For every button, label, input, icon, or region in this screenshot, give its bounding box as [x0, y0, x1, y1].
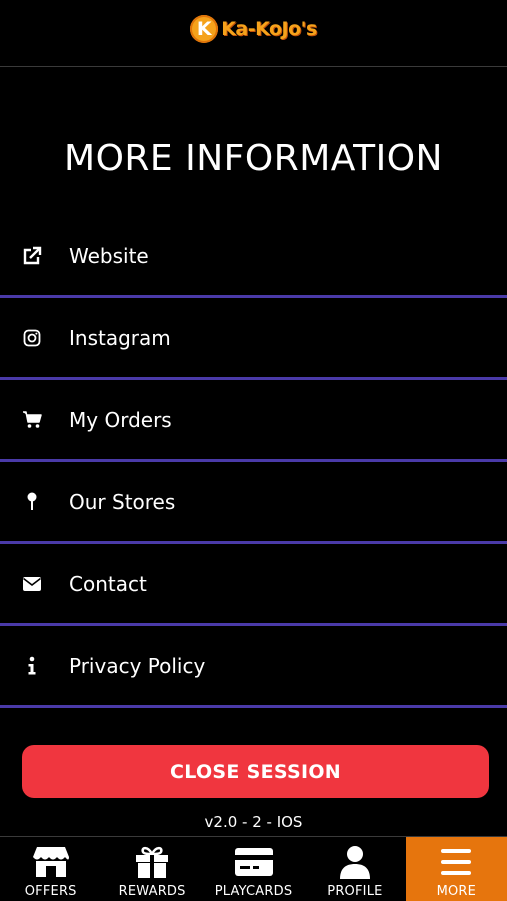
page-title: MORE INFORMATION: [64, 138, 443, 179]
map-pin-icon: [22, 492, 42, 512]
tab-more[interactable]: MORE: [405, 837, 507, 901]
menu-item-contact[interactable]: Contact: [0, 544, 507, 626]
app-version: v2.0 - 2 - IOS: [204, 813, 303, 831]
logo-text: Ka-KoJo's: [221, 18, 317, 40]
menu-item-label: Contact: [69, 571, 147, 596]
tab-playcards[interactable]: PLAYCARDS: [203, 837, 304, 901]
menu-item-label: Website: [69, 243, 149, 268]
brand-logo: K Ka-KoJo's: [190, 15, 317, 43]
menu-item-privacy-policy[interactable]: Privacy Policy: [0, 626, 507, 708]
store-icon: [31, 845, 71, 879]
gift-icon: [132, 845, 172, 879]
info-menu: Website Instagram My Orders Our Stores C…: [0, 216, 507, 708]
logo-badge: K: [190, 15, 219, 43]
instagram-icon: [22, 328, 42, 348]
menu-item-instagram[interactable]: Instagram: [0, 298, 507, 380]
menu-item-my-orders[interactable]: My Orders: [0, 380, 507, 462]
tab-label: REWARDS: [118, 884, 186, 899]
menu-icon: [436, 845, 476, 879]
user-icon: [335, 845, 375, 879]
app-header: K Ka-KoJo's: [0, 0, 507, 67]
menu-item-website[interactable]: Website: [0, 216, 507, 298]
credit-card-icon: [234, 845, 274, 879]
menu-item-label: My Orders: [69, 407, 172, 432]
close-session-button[interactable]: CLOSE SESSION: [22, 745, 489, 798]
tab-profile[interactable]: PROFILE: [304, 837, 405, 901]
tab-offers[interactable]: OFFERS: [0, 837, 101, 901]
cart-icon: [22, 410, 42, 430]
menu-item-label: Our Stores: [69, 489, 176, 514]
menu-item-label: Instagram: [69, 325, 171, 350]
tab-rewards[interactable]: REWARDS: [101, 837, 202, 901]
tab-label: MORE: [436, 884, 477, 899]
envelope-icon: [22, 574, 42, 594]
external-link-icon: [22, 246, 42, 266]
menu-item-label: Privacy Policy: [69, 653, 206, 678]
menu-item-our-stores[interactable]: Our Stores: [0, 462, 507, 544]
tab-label: OFFERS: [24, 884, 77, 899]
tab-label: PROFILE: [327, 884, 383, 899]
info-icon: [22, 656, 42, 676]
bottom-tab-bar: OFFERS REWARDS PLAYCARDS PROFILE MORE: [0, 836, 507, 901]
tab-label: PLAYCARDS: [214, 884, 293, 899]
